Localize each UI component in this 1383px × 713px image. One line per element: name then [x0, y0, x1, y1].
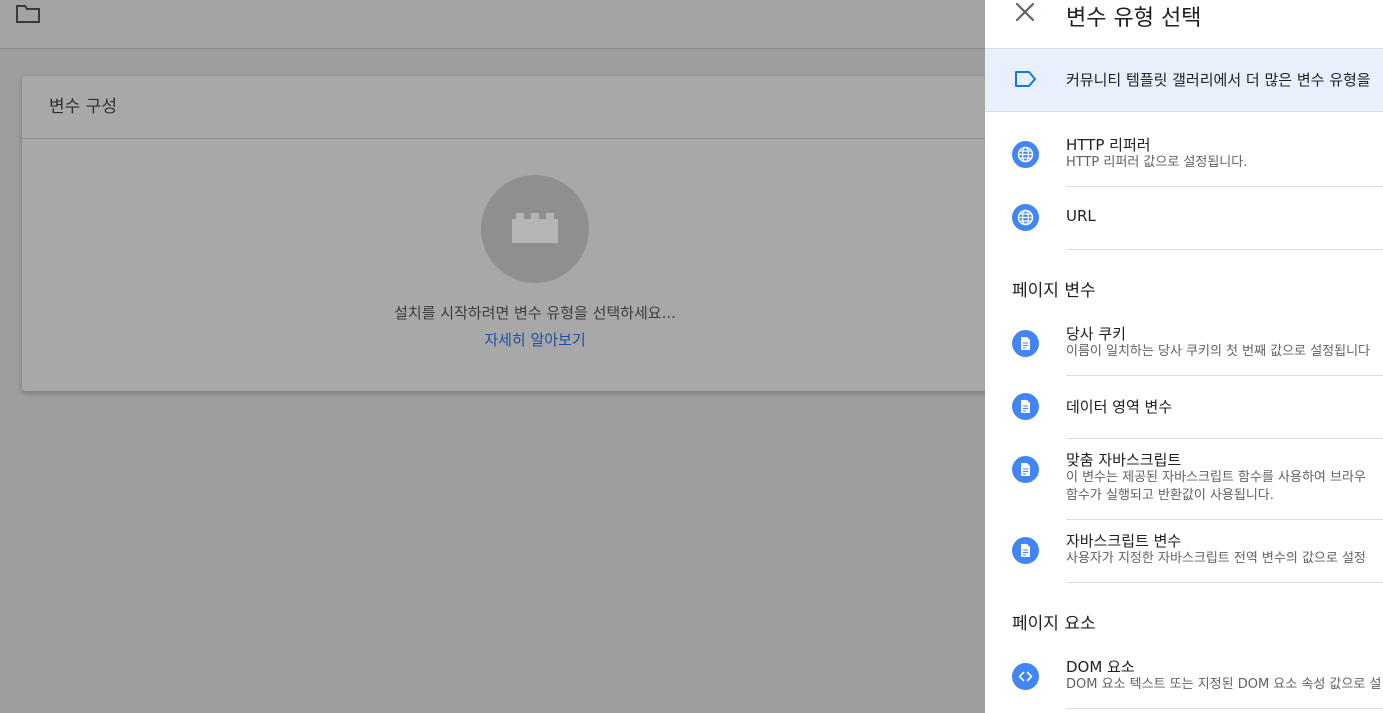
item-description: HTTP 리퍼러 값으로 설정됩니다. — [1066, 155, 1248, 170]
variable-type-dom-element[interactable]: DOM 요소 DOM 요소 텍스트 또는 지정된 DOM 요소 속성 값으로 설 — [985, 646, 1383, 710]
section-heading-page-variables: 페이지 변수 — [1012, 281, 1096, 301]
globe-icon — [1012, 141, 1039, 168]
variable-type-custom-javascript[interactable]: 맞춤 자바스크립트 이 변수는 제공된 자바스크립트 함수를 사용하여 브라우 … — [985, 439, 1383, 520]
variable-type-javascript-variable[interactable]: 자바스크립트 변수 사용자가 지정한 자바스크립트 전역 변수의 값으로 설정 — [985, 520, 1383, 583]
gallery-link-label: 커뮤니티 템플릿 갤러리에서 더 많은 변수 유형을 — [1066, 71, 1371, 89]
item-title: 당사 쿠키 — [1066, 325, 1126, 343]
document-icon — [1012, 537, 1039, 564]
item-description: 이 변수는 제공된 자바스크립트 함수를 사용하여 브라우 — [1066, 470, 1366, 485]
community-gallery-link[interactable]: 커뮤니티 템플릿 갤러리에서 더 많은 변수 유형을 — [985, 48, 1383, 112]
item-divider — [1066, 708, 1383, 709]
close-icon[interactable] — [1011, 0, 1039, 28]
item-title: 자바스크립트 변수 — [1066, 532, 1182, 550]
variable-config-card: 변수 구성 설치를 시작하려면 변수 유형을 선택하세요... 자세히 알아보기 — [22, 76, 1012, 391]
item-divider — [1066, 249, 1383, 250]
variable-type-panel: 변수 유형 선택 커뮤니티 템플릿 갤러리에서 더 많은 변수 유형을 HTTP… — [985, 0, 1383, 713]
variable-type-placeholder[interactable] — [481, 175, 589, 283]
item-description-line2: 함수가 실행되고 반환값이 사용됩니다. — [1066, 488, 1274, 503]
item-description: 사용자가 지정한 자바스크립트 전역 변수의 값으로 설정 — [1066, 551, 1366, 566]
variable-type-data-layer[interactable]: 데이터 영역 변수 — [985, 376, 1383, 439]
variable-type-url[interactable]: URL — [985, 187, 1383, 250]
block-icon — [512, 213, 558, 243]
variable-type-first-party-cookie[interactable]: 당사 쿠키 이름이 일치하는 당사 쿠키의 첫 번째 값으로 설정됩니다 — [985, 312, 1383, 376]
item-title: DOM 요소 — [1066, 658, 1135, 676]
document-icon — [1012, 456, 1039, 483]
item-description: 이름이 일치하는 당사 쿠키의 첫 번째 값으로 설정됩니다 — [1066, 344, 1371, 359]
learn-more-link[interactable]: 자세히 알아보기 — [22, 329, 1048, 350]
document-icon — [1012, 330, 1039, 357]
globe-icon — [1012, 204, 1039, 231]
card-title: 변수 구성 — [49, 97, 117, 117]
folder-icon[interactable] — [15, 2, 41, 24]
code-icon — [1012, 663, 1039, 690]
label-icon — [1015, 71, 1037, 91]
item-title: HTTP 리퍼러 — [1066, 136, 1151, 154]
card-divider — [22, 138, 1012, 139]
panel-header: 변수 유형 선택 — [985, 0, 1383, 48]
item-title: URL — [1066, 207, 1096, 225]
item-title: 데이터 영역 변수 — [1066, 398, 1173, 416]
item-title: 맞춤 자바스크립트 — [1066, 451, 1182, 469]
panel-title: 변수 유형 선택 — [1066, 6, 1202, 31]
document-icon — [1012, 393, 1039, 420]
variable-type-http-referrer[interactable]: HTTP 리퍼러 HTTP 리퍼러 값으로 설정됩니다. — [985, 112, 1383, 187]
item-divider — [1066, 582, 1383, 583]
section-heading-page-elements: 페이지 요소 — [1012, 614, 1096, 634]
item-description: DOM 요소 텍스트 또는 지정된 DOM 요소 속성 값으로 설 — [1066, 677, 1382, 692]
card-message: 설치를 시작하려면 변수 유형을 선택하세요... — [394, 304, 676, 322]
